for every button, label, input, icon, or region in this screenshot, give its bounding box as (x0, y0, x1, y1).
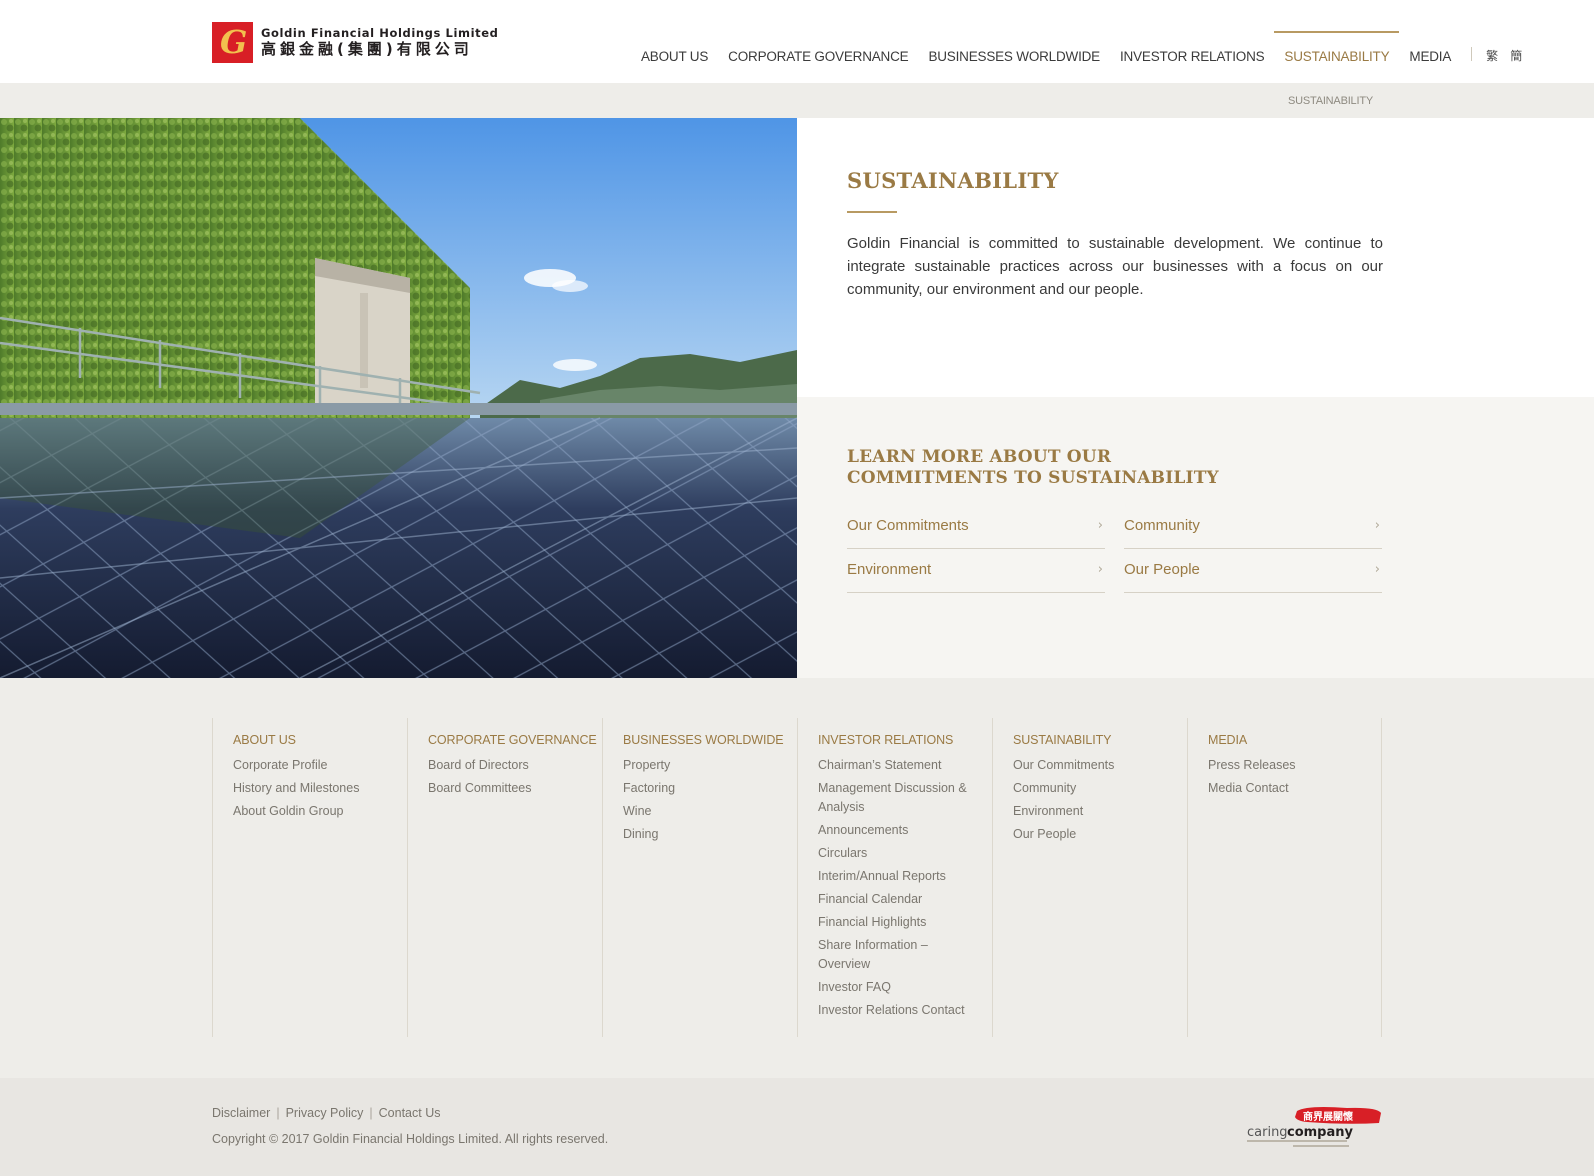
footer-col-title[interactable]: MEDIA (1208, 733, 1381, 747)
footer-link[interactable]: Chairman’s Statement (818, 756, 992, 775)
chevron-right-icon: › (1097, 518, 1103, 533)
footer-col-title[interactable]: BUSINESSES WORLDWIDE (623, 733, 797, 747)
footer-link[interactable]: Dining (623, 825, 797, 844)
caring-company-chinese: 商界展關懷 (1303, 1110, 1353, 1123)
footer-col-media: MEDIA Press Releases Media Contact (1187, 718, 1382, 1037)
footer-col-corporate-governance: CORPORATE GOVERNANCE Board of Directors … (407, 718, 602, 1037)
footer-link[interactable]: Community (1013, 779, 1187, 798)
lang-simplified-chinese[interactable]: 簡 (1504, 31, 1528, 64)
footer-col-sustainability: SUSTAINABILITY Our Commitments Community… (992, 718, 1187, 1037)
footer-sitemap: ABOUT US Corporate Profile History and M… (0, 678, 1594, 1078)
footer-link[interactable]: Board of Directors (428, 756, 602, 775)
company-word: company (1287, 1125, 1354, 1140)
nav-investor-relations[interactable]: INVESTOR RELATIONS (1110, 31, 1274, 83)
footer-col-businesses-worldwide: BUSINESSES WORLDWIDE Property Factoring … (602, 718, 797, 1037)
footer-link[interactable]: Our People (1013, 825, 1187, 844)
footer-link[interactable]: Our Commitments (1013, 756, 1187, 775)
nav-businesses-worldwide[interactable]: BUSINESSES WORLDWIDE (918, 31, 1110, 83)
disclaimer-link[interactable]: Disclaimer (212, 1106, 270, 1120)
nav-media[interactable]: MEDIA (1399, 31, 1461, 83)
link-environment[interactable]: Environment › (847, 549, 1105, 593)
copyright-text: Copyright © 2017 Goldin Financial Holdin… (212, 1132, 609, 1146)
main-nav: ABOUT US CORPORATE GOVERNANCE BUSINESSES… (631, 31, 1528, 83)
caring-word: caring (1247, 1125, 1288, 1140)
company-logo[interactable]: G Goldin Financial Holdings Limited 高銀金融… (212, 22, 498, 63)
logo-name-chinese: 高銀金融(集團)有限公司 (261, 40, 473, 58)
footer-link[interactable]: Investor FAQ (818, 978, 992, 997)
nav-corporate-governance[interactable]: CORPORATE GOVERNANCE (718, 31, 918, 83)
legal-links: Disclaimer | Privacy Policy | Contact Us (212, 1106, 440, 1120)
chevron-right-icon: › (1097, 562, 1103, 577)
page-title: SUSTAINABILITY (847, 168, 1059, 193)
footer-link[interactable]: About Goldin Group (233, 802, 407, 821)
chevron-right-icon: › (1374, 562, 1380, 577)
footer-link[interactable]: Financial Calendar (818, 890, 992, 909)
link-our-commitments[interactable]: Our Commitments › (847, 505, 1105, 549)
learn-more-section: LEARN MORE ABOUT OUR COMMITMENTS TO SUST… (797, 397, 1594, 678)
legal-bar: Disclaimer | Privacy Policy | Contact Us… (0, 1078, 1594, 1176)
footer-link[interactable]: Factoring (623, 779, 797, 798)
logo-mark-icon: G (212, 22, 253, 63)
contact-us-link[interactable]: Contact Us (379, 1106, 441, 1120)
nav-about-us[interactable]: ABOUT US (631, 31, 718, 83)
footer-col-investor-relations: INVESTOR RELATIONS Chairman’s Statement … (797, 718, 992, 1037)
logo-name-english: Goldin Financial Holdings Limited (261, 26, 499, 40)
footer-link[interactable]: Financial Highlights (818, 913, 992, 932)
footer-col-about-us: ABOUT US Corporate Profile History and M… (212, 718, 407, 1037)
footer-col-title[interactable]: CORPORATE GOVERNANCE (428, 733, 602, 747)
footer-link[interactable]: Environment (1013, 802, 1187, 821)
logo-text: Goldin Financial Holdings Limited 高銀金融(集… (261, 26, 498, 59)
link-community[interactable]: Community › (1124, 505, 1382, 549)
lang-traditional-chinese[interactable]: 繁 (1480, 31, 1504, 64)
footer-link[interactable]: Media Contact (1208, 779, 1381, 798)
link-label: Environment (847, 561, 932, 578)
site-header: G Goldin Financial Holdings Limited 高銀金融… (0, 0, 1594, 83)
nav-divider (1471, 47, 1473, 61)
title-underline (847, 211, 897, 213)
link-label: Our Commitments (847, 517, 969, 534)
nav-sustainability[interactable]: SUSTAINABILITY (1274, 31, 1400, 83)
caring-company-logo: 商界展關懷 caring company (1247, 1105, 1383, 1149)
footer-col-title[interactable]: SUSTAINABILITY (1013, 733, 1187, 747)
footer-col-title[interactable]: INVESTOR RELATIONS (818, 733, 992, 747)
footer-link[interactable]: Interim/Annual Reports (818, 867, 992, 886)
link-separator: | (276, 1106, 280, 1120)
breadcrumb-bar: SUSTAINABILITY (0, 83, 1594, 118)
footer-link[interactable]: Wine (623, 802, 797, 821)
footer-link[interactable]: Property (623, 756, 797, 775)
footer-link[interactable]: Corporate Profile (233, 756, 407, 775)
footer-link[interactable]: History and Milestones (233, 779, 407, 798)
sustainability-intro: SUSTAINABILITY Goldin Financial is commi… (797, 118, 1594, 397)
breadcrumb[interactable]: SUSTAINABILITY (1288, 95, 1373, 107)
footer-link[interactable]: Press Releases (1208, 756, 1381, 775)
link-our-people[interactable]: Our People › (1124, 549, 1382, 593)
footer-link[interactable]: Investor Relations Contact (818, 1001, 992, 1020)
link-label: Community (1124, 517, 1200, 534)
hero-image-solar-panels (0, 118, 797, 678)
learn-more-title: LEARN MORE ABOUT OUR COMMITMENTS TO SUST… (847, 447, 1219, 488)
link-separator: | (369, 1106, 373, 1120)
footer-link[interactable]: Share Information – Overview (818, 936, 992, 974)
footer-col-title[interactable]: ABOUT US (233, 733, 407, 747)
footer-link[interactable]: Announcements (818, 821, 992, 840)
footer-link[interactable]: Management Discussion & Analysis (818, 779, 992, 817)
privacy-policy-link[interactable]: Privacy Policy (286, 1106, 364, 1120)
chevron-right-icon: › (1374, 518, 1380, 533)
intro-paragraph: Goldin Financial is committed to sustain… (847, 235, 1383, 298)
footer-link[interactable]: Board Committees (428, 779, 602, 798)
link-label: Our People (1124, 561, 1200, 578)
footer-link[interactable]: Circulars (818, 844, 992, 863)
